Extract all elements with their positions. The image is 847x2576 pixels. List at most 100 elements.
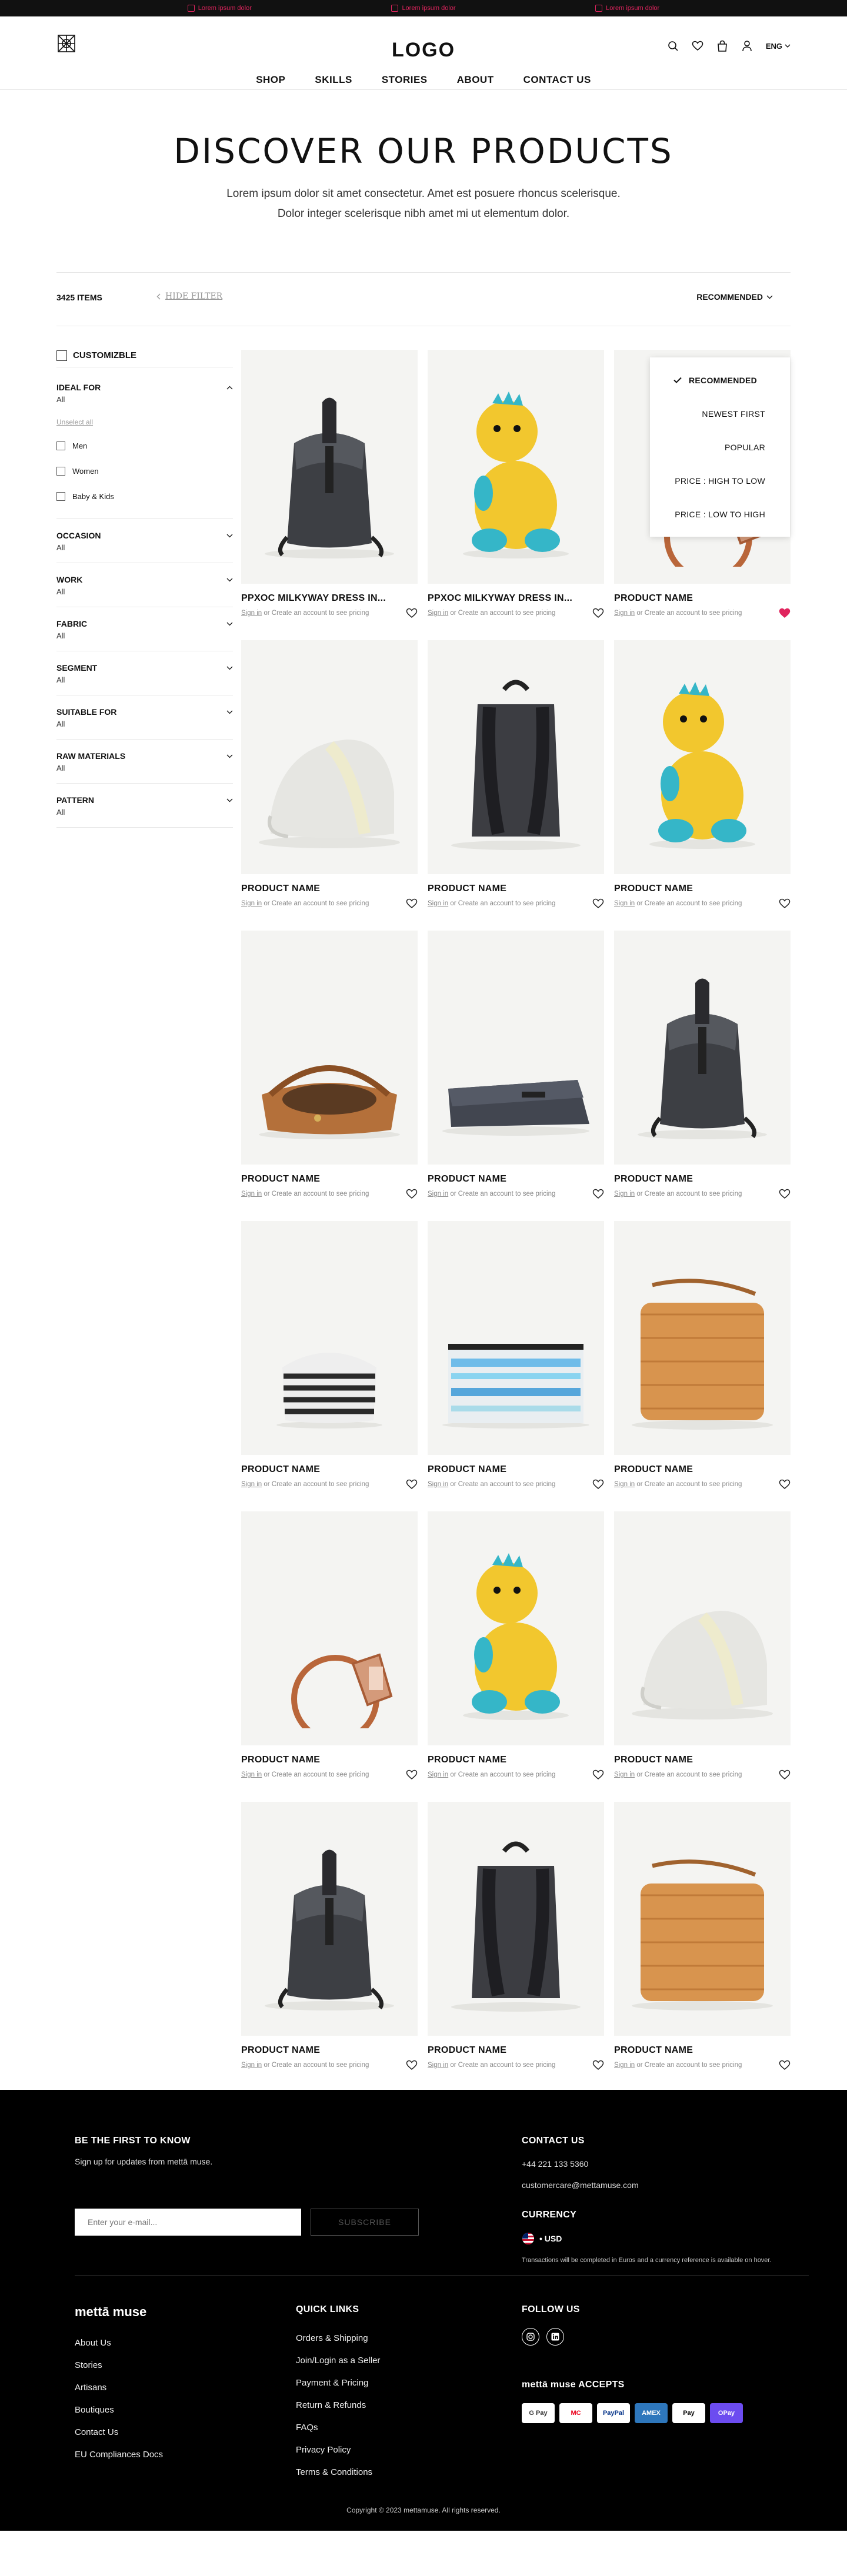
product-name[interactable]: PRODUCT NAME <box>614 1755 791 1765</box>
checkbox[interactable] <box>56 467 65 476</box>
footer-brand-link[interactable]: Contact Us <box>75 2421 163 2443</box>
wishlist-heart-icon[interactable] <box>406 2059 418 2071</box>
sign-in-link[interactable]: Sign in <box>241 1481 262 1488</box>
product-name[interactable]: PRODUCT NAME <box>428 1755 604 1765</box>
product-name[interactable]: PRODUCT NAME <box>428 1464 604 1475</box>
filter-header[interactable]: RAW MATERIALS <box>56 751 233 761</box>
wishlist-heart-icon[interactable] <box>779 607 791 619</box>
product-image[interactable] <box>428 350 604 584</box>
product-name[interactable]: PRODUCT NAME <box>614 2045 791 2056</box>
sort-option-price-high-low[interactable]: PRICE : HIGH TO LOW <box>650 464 790 497</box>
product-name[interactable]: PRODUCT NAME <box>241 2045 418 2056</box>
sign-in-link[interactable]: Sign in <box>241 900 262 907</box>
product-name[interactable]: PRODUCT NAME <box>614 1174 791 1185</box>
contact-email[interactable]: customercare@mettamuse.com <box>522 2180 804 2190</box>
language-selector[interactable]: ENG <box>766 42 791 51</box>
contact-phone[interactable]: +44 221 133 5360 <box>522 2159 804 2169</box>
footer-brand-link[interactable]: Stories <box>75 2354 163 2376</box>
footer-brand-link[interactable]: Boutiques <box>75 2398 163 2421</box>
wishlist-heart-icon[interactable] <box>779 1188 791 1200</box>
product-image[interactable] <box>614 931 791 1165</box>
sign-in-link[interactable]: Sign in <box>241 1190 262 1197</box>
filter-header[interactable]: WORK <box>56 575 233 584</box>
quick-link[interactable]: Join/Login as a Seller <box>296 2349 380 2371</box>
product-name[interactable]: PRODUCT NAME <box>241 1464 418 1475</box>
product-image[interactable] <box>614 1221 791 1455</box>
product-name[interactable]: PRODUCT NAME <box>241 1174 418 1185</box>
quick-link[interactable]: Terms & Conditions <box>296 2461 380 2483</box>
filter-header[interactable]: PATTERN <box>56 795 233 805</box>
sign-in-link[interactable]: Sign in <box>428 610 448 617</box>
footer-brand-link[interactable]: EU Compliances Docs <box>75 2443 163 2465</box>
product-name[interactable]: PRODUCT NAME <box>428 884 604 894</box>
wishlist-icon[interactable] <box>692 40 703 52</box>
sign-in-link[interactable]: Sign in <box>241 1771 262 1778</box>
sign-in-link[interactable]: Sign in <box>614 1190 635 1197</box>
checkbox[interactable] <box>56 441 65 450</box>
nav-skills[interactable]: SKILLS <box>315 74 352 86</box>
sign-in-link[interactable]: Sign in <box>241 610 262 617</box>
wishlist-heart-icon[interactable] <box>406 1769 418 1781</box>
sort-option-popular[interactable]: POPULAR <box>650 430 790 464</box>
product-name[interactable]: PRODUCT NAME <box>428 2045 604 2056</box>
sign-in-link[interactable]: Sign in <box>241 2062 262 2069</box>
wishlist-heart-icon[interactable] <box>779 1769 791 1781</box>
wishlist-heart-icon[interactable] <box>592 2059 604 2071</box>
nav-shop[interactable]: SHOP <box>256 74 285 86</box>
product-name[interactable]: PRODUCT NAME <box>614 884 791 894</box>
bag-icon[interactable] <box>716 40 728 52</box>
sign-in-link[interactable]: Sign in <box>614 610 635 617</box>
quick-link[interactable]: FAQs <box>296 2416 380 2438</box>
newsletter-email-input[interactable] <box>75 2209 301 2236</box>
product-image[interactable] <box>428 1511 604 1745</box>
instagram-icon[interactable] <box>522 2328 539 2346</box>
product-image[interactable] <box>241 1511 418 1745</box>
unselect-all-link[interactable]: Unselect all <box>56 418 233 426</box>
linkedin-icon[interactable] <box>546 2328 564 2346</box>
product-image[interactable] <box>614 1511 791 1745</box>
product-image[interactable] <box>241 350 418 584</box>
nav-stories[interactable]: STORIES <box>382 74 428 86</box>
hide-filter-button[interactable]: HIDE FILTER <box>156 292 222 301</box>
filter-header[interactable]: SEGMENT <box>56 663 233 673</box>
filter-header[interactable]: OCCASION <box>56 531 233 540</box>
user-icon[interactable] <box>741 40 753 52</box>
wishlist-heart-icon[interactable] <box>779 2059 791 2071</box>
product-image[interactable] <box>428 931 604 1165</box>
product-image[interactable] <box>241 640 418 874</box>
product-name[interactable]: PRODUCT NAME <box>428 1174 604 1185</box>
wishlist-heart-icon[interactable] <box>779 1478 791 1490</box>
quick-link[interactable]: Orders & Shipping <box>296 2327 380 2349</box>
nav-about[interactable]: ABOUT <box>457 74 494 86</box>
checkbox[interactable] <box>56 350 67 361</box>
product-image[interactable] <box>428 1221 604 1455</box>
customizable-filter[interactable]: CUSTOMIZBLE <box>56 344 233 367</box>
quick-link[interactable]: Payment & Pricing <box>296 2371 380 2394</box>
sign-in-link[interactable]: Sign in <box>614 1481 635 1488</box>
wishlist-heart-icon[interactable] <box>406 607 418 619</box>
product-name[interactable]: PPXOC MILKYWAY DRESS IN... <box>241 593 418 604</box>
product-image[interactable] <box>614 1802 791 2036</box>
nav-contact-us[interactable]: CONTACT US <box>523 74 591 86</box>
footer-brand-link[interactable]: About Us <box>75 2331 163 2354</box>
filter-option-women[interactable]: Women <box>56 459 233 484</box>
sign-in-link[interactable]: Sign in <box>428 1481 448 1488</box>
product-name[interactable]: PRODUCT NAME <box>614 593 791 604</box>
sign-in-link[interactable]: Sign in <box>614 2062 635 2069</box>
filter-option-baby-kids[interactable]: Baby & Kids <box>56 484 233 509</box>
search-icon[interactable] <box>667 40 679 52</box>
product-image[interactable] <box>241 931 418 1165</box>
wishlist-heart-icon[interactable] <box>406 1188 418 1200</box>
sign-in-link[interactable]: Sign in <box>428 1771 448 1778</box>
sort-option-newest[interactable]: NEWEST FIRST <box>650 397 790 430</box>
product-name[interactable]: PRODUCT NAME <box>241 884 418 894</box>
sign-in-link[interactable]: Sign in <box>428 900 448 907</box>
filter-header[interactable]: IDEAL FOR <box>56 383 233 392</box>
product-name[interactable]: PRODUCT NAME <box>241 1755 418 1765</box>
product-image[interactable] <box>614 640 791 874</box>
footer-brand-link[interactable]: Artisans <box>75 2376 163 2398</box>
product-name[interactable]: PPXOC MILKYWAY DRESS IN... <box>428 593 604 604</box>
sort-option-recommended[interactable]: RECOMMENDED <box>650 363 790 397</box>
product-image[interactable] <box>241 1802 418 2036</box>
wishlist-heart-icon[interactable] <box>592 898 604 909</box>
